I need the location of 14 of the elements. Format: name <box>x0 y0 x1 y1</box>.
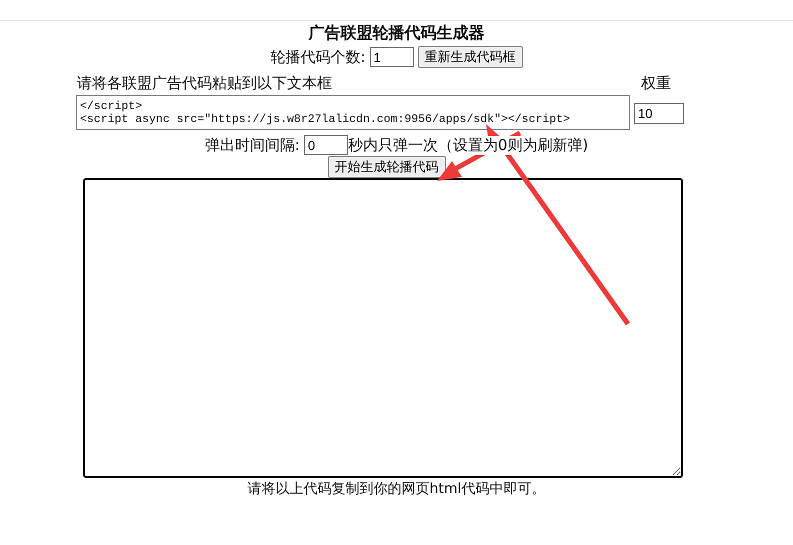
footer-instruction: 请将以上代码复制到你的网页html代码中即可。 <box>246 480 546 498</box>
weight-input[interactable]: 10 <box>634 103 684 124</box>
regenerate-button[interactable]: 重新生成代码框 <box>418 46 523 68</box>
paste-instruction: 请将各联盟广告代码粘贴到以下文本框 <box>77 74 332 93</box>
count-label: 轮播代码个数: <box>270 48 366 66</box>
interval-hint: 秒内只弹一次（设置为0则为刷新弹) <box>348 136 588 154</box>
output-field[interactable] <box>83 178 683 478</box>
generate-button[interactable]: 开始生成轮播代码 <box>328 156 446 178</box>
page-title: 广告联盟轮播代码生成器 <box>307 23 486 44</box>
count-input[interactable]: 1 <box>370 47 414 67</box>
interval-label: 弹出时间间隔: <box>204 136 300 154</box>
interval-input[interactable]: 0 <box>304 135 348 155</box>
code-input-field[interactable]: </script> <script async src="https://js.w8r27lalicdn.com:9956/apps/sdk"></script> <box>76 95 630 130</box>
weight-label: 权重 <box>641 74 671 93</box>
